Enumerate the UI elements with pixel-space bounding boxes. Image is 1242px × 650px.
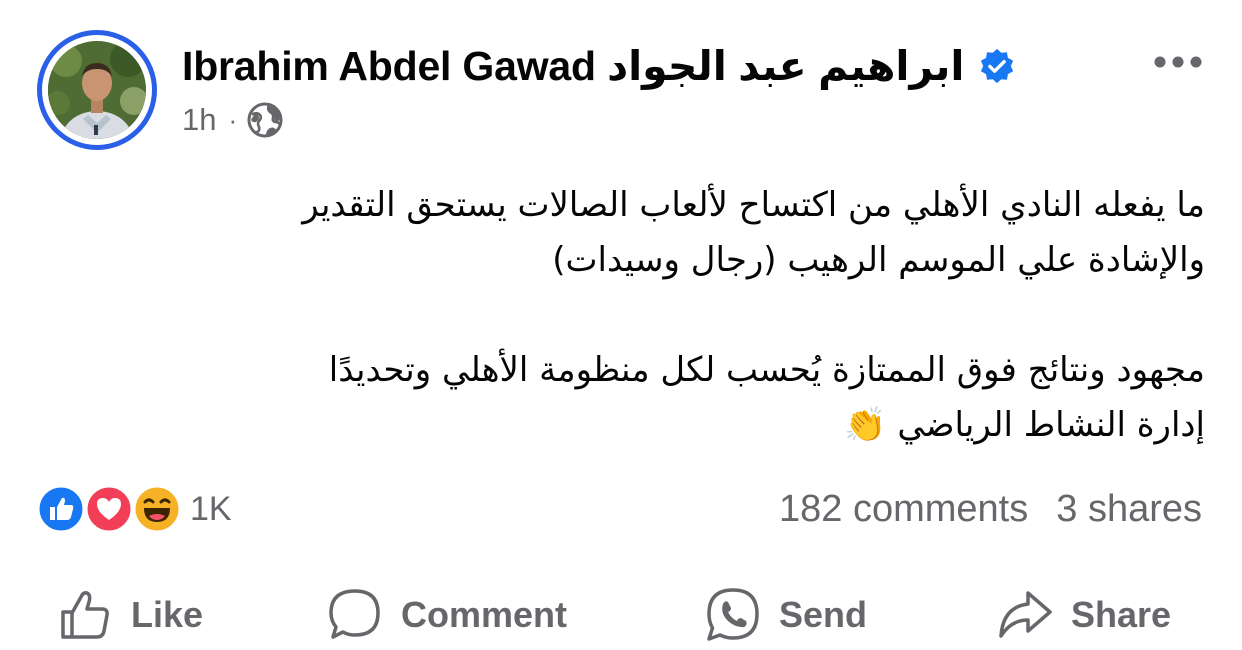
thumbs-up-icon: [61, 591, 109, 639]
comment-label: Comment: [401, 594, 568, 635]
post-line-4-text: إدارة النشاط الرياضي: [897, 405, 1205, 445]
avatar-photo: [48, 41, 146, 139]
post-timestamp[interactable]: 1h: [182, 102, 216, 138]
reaction-count[interactable]: 1K: [190, 490, 232, 529]
comment-bubble-icon: [329, 589, 380, 639]
more-options-icon: [1154, 56, 1202, 68]
post-meta: 1h ·: [182, 100, 283, 140]
comments-count[interactable]: 182 comments: [779, 488, 1028, 531]
meta-separator: ·: [228, 104, 238, 135]
avatar[interactable]: [48, 41, 146, 139]
send-label: Send: [779, 594, 868, 635]
clapping-hands-emoji: 👏: [844, 405, 887, 445]
post-stats: 182 comments 3 shares: [779, 484, 1202, 534]
comment-button[interactable]: Comment: [325, 580, 567, 650]
post-line-2: والإشادة علي الموسم الرهيب (رجال وسيدات): [552, 240, 1205, 280]
post-line-1: ما يفعله النادي الأهلي من اكتساح لألعاب …: [302, 185, 1205, 225]
avatar-ring[interactable]: [37, 30, 157, 150]
like-button[interactable]: Like: [55, 580, 203, 650]
verified-badge-icon: [978, 47, 1016, 85]
shares-count[interactable]: 3 shares: [1056, 488, 1202, 531]
globe-icon[interactable]: [247, 102, 283, 138]
post-line-4: إدارة النشاط الرياضي 👏: [60, 398, 1205, 453]
share-arrow-icon: [999, 591, 1052, 638]
share-label: Share: [1071, 594, 1172, 635]
haha-reaction-icon: [132, 484, 182, 534]
post-line-3: مجهود ونتائج فوق الممتازة يُحسب لكل منظو…: [328, 350, 1205, 390]
like-label: Like: [131, 594, 204, 635]
action-bar: Like Comment Send Share: [0, 580, 1242, 650]
like-reaction-icon: [36, 484, 86, 534]
whatsapp-send-icon: [707, 588, 759, 641]
more-options-button[interactable]: [1148, 42, 1208, 82]
love-reaction-icon: [84, 484, 134, 534]
reactions-summary[interactable]: 1K: [36, 484, 232, 534]
reaction-icons: [36, 484, 182, 534]
post-header: Ibrahim Abdel Gawad ابراهيم عبد الجواد: [182, 38, 1016, 94]
share-button[interactable]: Share: [995, 580, 1171, 650]
author-name[interactable]: Ibrahim Abdel Gawad ابراهيم عبد الجواد: [182, 42, 965, 90]
post-text: ما يفعله النادي الأهلي من اكتساح لألعاب …: [60, 178, 1205, 453]
send-button[interactable]: Send: [703, 580, 867, 650]
